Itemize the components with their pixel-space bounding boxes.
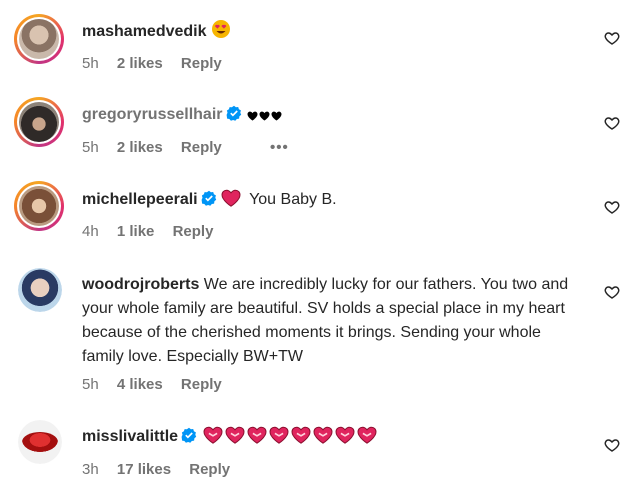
likes-count[interactable]: 1 like <box>117 223 155 240</box>
reply-button[interactable]: Reply <box>181 55 222 72</box>
username[interactable]: gregoryrussellhair <box>82 106 223 123</box>
comment-time: 4h <box>82 223 99 240</box>
avatar-misslivalittle[interactable] <box>18 420 62 464</box>
like-heart-icon[interactable] <box>604 284 620 300</box>
comment-text: mashamedvedik <box>82 19 572 47</box>
red-heart-icon <box>221 189 241 215</box>
comment-meta: 5h 2 likes Reply <box>82 55 236 72</box>
black-hearts-icon <box>246 106 282 123</box>
comment-meta: 5h 4 likes Reply <box>82 376 236 393</box>
comment-text: woodrojroberts We are incredibly lucky f… <box>82 273 582 369</box>
username[interactable]: misslivalittle <box>82 428 178 445</box>
like-heart-icon[interactable] <box>604 199 620 215</box>
avatar-mashamedvedik[interactable] <box>14 14 64 64</box>
like-heart-icon[interactable] <box>604 115 620 131</box>
username[interactable]: mashamedvedik <box>82 23 207 40</box>
comment-time: 5h <box>82 376 99 393</box>
comment-body: You Baby B. <box>249 191 337 208</box>
comment-time: 3h <box>82 461 99 478</box>
verified-badge-icon <box>226 105 242 129</box>
comment-meta: 4h 1 like Reply <box>82 223 227 240</box>
avatar-woodrojroberts[interactable] <box>18 268 62 312</box>
reply-button[interactable]: Reply <box>173 223 214 240</box>
username[interactable]: woodrojroberts <box>82 276 199 293</box>
comment-text: misslivalittle <box>82 425 572 452</box>
likes-count[interactable]: 4 likes <box>117 376 163 393</box>
reply-button[interactable]: Reply <box>181 376 222 393</box>
likes-count[interactable]: 2 likes <box>117 55 163 72</box>
avatar-gregoryrussellhair[interactable] <box>14 97 64 147</box>
avatar-michellepeerali[interactable] <box>14 181 64 231</box>
likes-count[interactable]: 2 likes <box>117 139 163 156</box>
more-options-icon[interactable]: ••• <box>270 139 289 156</box>
heart-eyes-emoji-icon <box>211 19 231 47</box>
verified-badge-icon <box>201 190 217 214</box>
comment-meta: 5h 2 likes Reply ••• <box>82 139 303 156</box>
reply-button[interactable]: Reply <box>189 461 230 478</box>
username[interactable]: michellepeerali <box>82 191 198 208</box>
like-heart-icon[interactable] <box>604 437 620 453</box>
comment-text: gregoryrussellhair <box>82 103 572 129</box>
reply-button[interactable]: Reply <box>181 139 222 156</box>
comment-meta: 3h 17 likes Reply <box>82 461 244 478</box>
comment-time: 5h <box>82 55 99 72</box>
verified-badge-icon <box>181 427 199 451</box>
comment-text: michellepeerali You Baby B. <box>82 188 572 215</box>
comment-time: 5h <box>82 139 99 156</box>
heart-with-ribbon-icon <box>203 426 379 452</box>
likes-count[interactable]: 17 likes <box>117 461 171 478</box>
like-heart-icon[interactable] <box>604 30 620 46</box>
